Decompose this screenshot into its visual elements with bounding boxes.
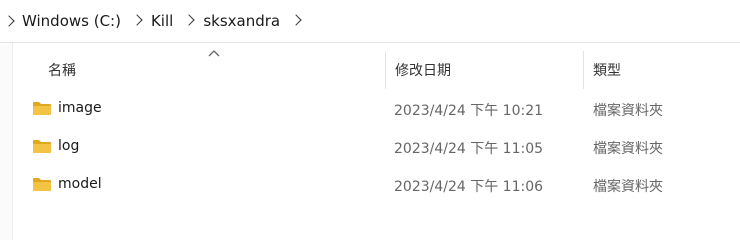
column-name-header[interactable]: 名稱 bbox=[48, 60, 76, 80]
column-modified-header[interactable]: 修改日期 bbox=[395, 60, 451, 80]
file-modified: 2023/4/24 下午 11:06 bbox=[394, 179, 544, 195]
column-divider[interactable] bbox=[385, 51, 386, 89]
column-divider[interactable] bbox=[583, 51, 584, 89]
chevron-right-icon[interactable] bbox=[127, 13, 147, 29]
breadcrumb-item-sksxandra[interactable]: sksxandra bbox=[199, 12, 286, 30]
file-modified: 2023/4/24 下午 10:21 bbox=[394, 103, 544, 119]
file-row-image[interactable]: image 2023/4/24 下午 10:21 檔案資料夾 bbox=[13, 90, 740, 128]
folder-icon bbox=[33, 101, 51, 115]
file-modified: 2023/4/24 下午 11:05 bbox=[394, 141, 544, 157]
column-type-header[interactable]: 類型 bbox=[593, 60, 621, 80]
navigation-pane-edge bbox=[0, 43, 13, 240]
file-name: image bbox=[58, 100, 102, 116]
file-name: log bbox=[58, 138, 80, 154]
chevron-right-icon[interactable] bbox=[286, 13, 306, 29]
file-type: 檔案資料夾 bbox=[593, 179, 663, 195]
column-header: 名稱 修改日期 類型 bbox=[13, 43, 740, 93]
folder-icon bbox=[33, 177, 51, 191]
address-bar[interactable]: Windows (C:) Kill sksxandra bbox=[0, 0, 740, 43]
file-type: 檔案資料夾 bbox=[593, 141, 663, 157]
file-row-log[interactable]: log 2023/4/24 下午 11:05 檔案資料夾 bbox=[13, 128, 740, 166]
chevron-right-icon[interactable] bbox=[179, 13, 199, 29]
file-type: 檔案資料夾 bbox=[593, 103, 663, 119]
folder-icon bbox=[33, 139, 51, 153]
sort-ascending-icon bbox=[208, 46, 220, 60]
breadcrumb-item-drive[interactable]: Windows (C:) bbox=[18, 12, 127, 30]
chevron-right-icon[interactable] bbox=[0, 12, 18, 30]
breadcrumb-item-kill[interactable]: Kill bbox=[147, 12, 179, 30]
file-name: model bbox=[58, 176, 102, 192]
file-row-model[interactable]: model 2023/4/24 下午 11:06 檔案資料夾 bbox=[13, 166, 740, 204]
